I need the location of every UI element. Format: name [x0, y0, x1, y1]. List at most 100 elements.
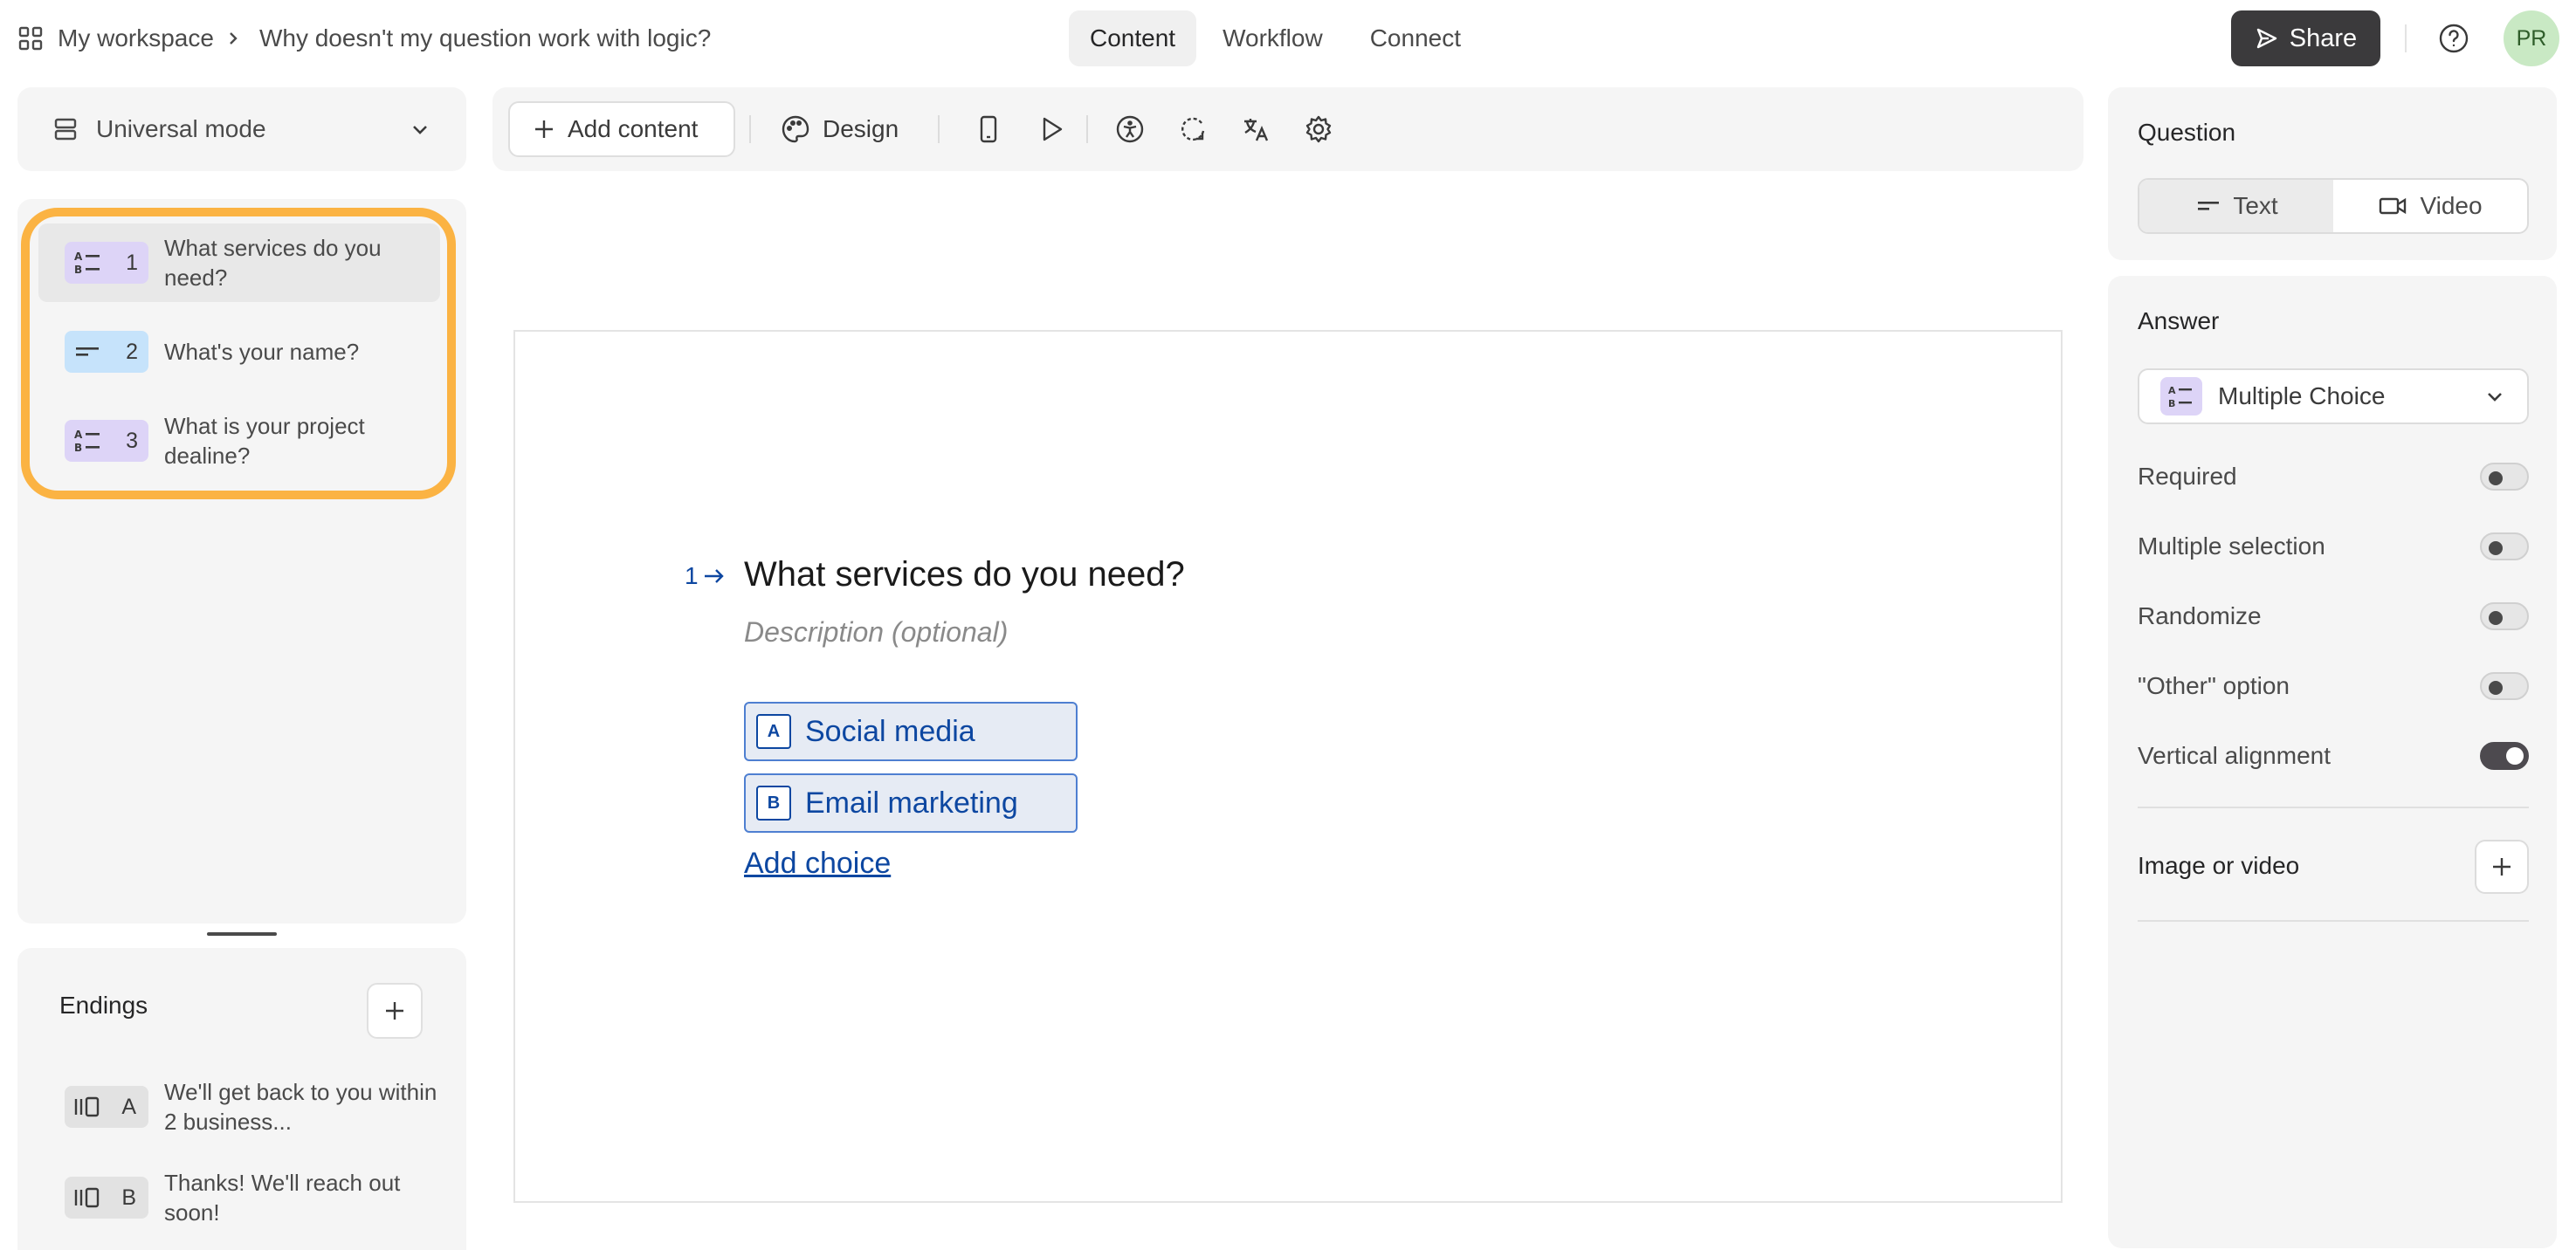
send-icon: [2256, 28, 2276, 49]
add-content-label: Add content: [568, 115, 699, 142]
add-ending-button[interactable]: [367, 983, 423, 1039]
form-title[interactable]: Why doesn't my question work with logic?: [259, 24, 711, 52]
share-label: Share: [2289, 24, 2358, 52]
ending-letter: A: [121, 1094, 136, 1119]
option-label: Randomize: [2138, 602, 2262, 629]
video-type-label: Video: [2420, 192, 2483, 219]
editor-toolbar: Add content Design: [492, 87, 2084, 171]
other-option-toggle[interactable]: [2480, 672, 2529, 700]
choice-label: Email marketing: [805, 786, 1018, 820]
play-icon[interactable]: [1036, 113, 1067, 145]
svg-text:B: B: [2168, 398, 2175, 409]
question-settings-panel: Question Text Video: [2108, 87, 2557, 260]
ending-label: We'll get back to you within 2 business.…: [164, 1079, 437, 1135]
avatar[interactable]: PR: [2504, 10, 2559, 66]
ending-badge: A: [65, 1086, 148, 1128]
settings-icon[interactable]: [1303, 113, 1334, 145]
design-button[interactable]: Design: [781, 101, 899, 157]
endings-panel: Endings A We'll get back to you within 2…: [17, 948, 466, 1250]
translate-icon[interactable]: [1240, 113, 1271, 145]
video-camera-icon: [2380, 197, 2407, 215]
image-or-video-label: Image or video: [2138, 852, 2300, 879]
layout-icon: [52, 116, 79, 142]
answer-settings-panel: Answer A B Multiple Choice Required Mult…: [2108, 276, 2557, 1248]
option-label: Required: [2138, 463, 2237, 490]
arrow-right-icon: [704, 569, 724, 583]
add-choice-link[interactable]: Add choice: [744, 847, 891, 881]
mode-label: Universal mode: [96, 115, 266, 142]
ending-letter: B: [121, 1185, 136, 1210]
divider: [2138, 807, 2529, 808]
required-toggle[interactable]: [2480, 463, 2529, 491]
plus-icon: [2493, 858, 2511, 876]
form-canvas: [513, 330, 2063, 1203]
top-bar: My workspace Why doesn't my question wor…: [0, 0, 2576, 77]
randomize-option: Randomize: [2138, 599, 2529, 634]
chevron-right-icon: [224, 30, 242, 47]
ending-label: Thanks! We'll reach out soon!: [164, 1170, 401, 1226]
answer-section-title: Answer: [2138, 307, 2220, 334]
panel-resize-handle[interactable]: [207, 932, 277, 936]
option-label: Multiple selection: [2138, 532, 2325, 560]
answer-type-label: Multiple Choice: [2218, 382, 2386, 409]
text-type-button[interactable]: Text: [2139, 180, 2333, 232]
required-option: Required: [2138, 459, 2529, 494]
main-nav-tabs: Content Workflow Connect: [1069, 10, 1487, 66]
ending-badge: B: [65, 1177, 148, 1219]
video-type-button[interactable]: Video: [2333, 180, 2527, 232]
ending-screen-icon: [74, 1096, 100, 1117]
plus-icon: [386, 1002, 403, 1020]
multiple-selection-toggle[interactable]: [2480, 532, 2529, 560]
question-number: 1: [685, 562, 699, 589]
description-input[interactable]: Description (optional): [744, 616, 1008, 649]
highlight-annotation: [21, 208, 456, 499]
svg-text:A: A: [2168, 385, 2176, 396]
randomize-toggle[interactable]: [2480, 602, 2529, 630]
endings-title: Endings: [59, 992, 148, 1019]
palette-icon: [782, 115, 809, 143]
question-type-toggle: Text Video: [2138, 178, 2529, 234]
ending-screen-icon: [74, 1187, 100, 1208]
tab-connect[interactable]: Connect: [1349, 10, 1482, 66]
chevron-down-icon: [409, 118, 431, 141]
choice-a[interactable]: A Social media: [744, 702, 1078, 761]
multiple-choice-icon: A B: [2168, 385, 2192, 409]
help-icon[interactable]: [2438, 23, 2469, 54]
ending-item-b[interactable]: B Thanks! We'll reach out soon!: [65, 1168, 449, 1227]
divider: [2405, 24, 2407, 52]
chevron-down-icon: [2488, 393, 2502, 402]
mobile-preview-icon[interactable]: [973, 113, 1004, 145]
share-button[interactable]: Share: [2231, 10, 2380, 66]
text-lines-icon: [2198, 202, 2220, 210]
workspace-grid-icon[interactable]: [17, 25, 44, 52]
plus-icon: [535, 120, 553, 138]
divider: [749, 115, 751, 143]
other-option: "Other" option: [2138, 669, 2529, 704]
answer-type-badge: A B: [2160, 377, 2202, 416]
multiple-selection-option: Multiple selection: [2138, 529, 2529, 564]
divider: [1086, 115, 1088, 143]
answer-type-select[interactable]: A B Multiple Choice: [2138, 368, 2529, 424]
option-label: "Other" option: [2138, 672, 2290, 699]
add-content-button[interactable]: Add content: [508, 101, 735, 157]
mode-selector[interactable]: Universal mode: [17, 87, 466, 171]
option-label: Vertical alignment: [2138, 742, 2331, 769]
canvas-question-number: 1: [685, 562, 727, 590]
refresh-icon[interactable]: [1177, 113, 1209, 145]
vertical-alignment-toggle[interactable]: [2480, 742, 2529, 770]
tab-content[interactable]: Content: [1069, 10, 1197, 66]
choice-label: Social media: [805, 714, 975, 748]
choice-b[interactable]: B Email marketing: [744, 773, 1078, 833]
breadcrumb: My workspace Why doesn't my question wor…: [17, 0, 711, 77]
design-label: Design: [823, 115, 899, 142]
tab-workflow[interactable]: Workflow: [1202, 10, 1344, 66]
question-section-title: Question: [2138, 119, 2236, 146]
workspace-link[interactable]: My workspace: [58, 24, 214, 52]
add-media-button[interactable]: [2475, 840, 2529, 894]
ending-item-a[interactable]: A We'll get back to you within 2 busines…: [65, 1077, 449, 1137]
choice-key: B: [756, 786, 791, 821]
choice-key: A: [756, 714, 791, 749]
divider: [2138, 920, 2529, 922]
accessibility-icon[interactable]: [1114, 113, 1146, 145]
canvas-question-title[interactable]: What services do you need?: [744, 555, 1185, 594]
